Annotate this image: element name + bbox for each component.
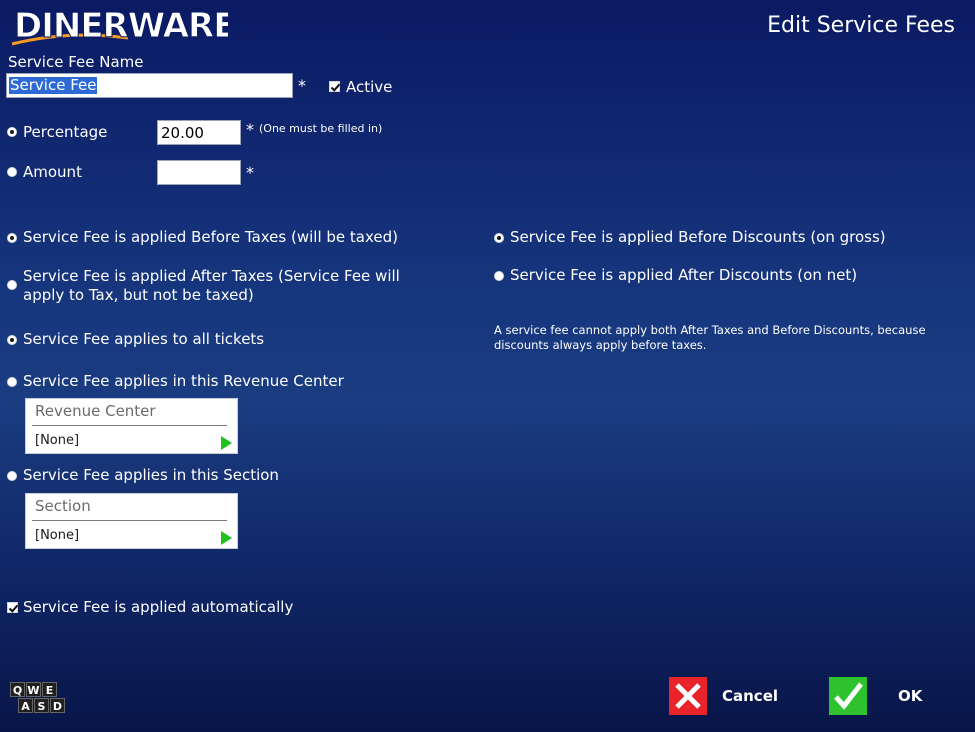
keyboard-toggle[interactable]: Q W E A S D	[10, 682, 72, 716]
before-discounts-label: Service Fee is applied Before Discounts …	[510, 228, 886, 246]
after-taxes-label: Service Fee is applied After Taxes (Serv…	[23, 267, 400, 304]
service-fee-name-label: Service Fee Name	[8, 53, 144, 71]
active-label: Active	[346, 78, 393, 96]
tax-discount-note: A service fee cannot apply both After Ta…	[494, 323, 926, 352]
active-checkbox[interactable]	[329, 81, 341, 92]
auto-apply-label: Service Fee is applied automatically	[23, 598, 294, 616]
percentage-input[interactable]	[157, 120, 241, 145]
percentage-radio[interactable]	[7, 127, 17, 137]
section-label: Service Fee applies in this Section	[23, 466, 279, 484]
ok-label: OK	[898, 687, 923, 705]
checkmark-icon	[8, 604, 19, 613]
dropdown-divider	[32, 520, 227, 521]
one-must-be-filled-hint: (One must be filled in)	[259, 122, 383, 135]
amount-input[interactable]	[157, 160, 241, 185]
percentage-label: Percentage	[23, 123, 108, 141]
service-fee-name-input[interactable]: Service Fee	[6, 73, 293, 98]
percentage-required-mark: *	[246, 120, 254, 139]
keyboard-key: D	[50, 698, 65, 713]
ok-button[interactable]: OK	[829, 677, 929, 717]
auto-apply-checkbox[interactable]	[7, 602, 19, 613]
logo-graphic: DINERWARE	[11, 6, 237, 47]
page-title: Edit Service Fees	[767, 13, 955, 38]
dropdown-divider	[32, 425, 227, 426]
cancel-label: Cancel	[722, 687, 779, 705]
revenue-center-dropdown-title: Revenue Center	[35, 402, 156, 420]
keyboard-key: A	[18, 698, 33, 713]
revenue-center-label: Service Fee applies in this Revenue Cent…	[23, 372, 344, 390]
all-tickets-radio[interactable]	[7, 335, 17, 345]
keyboard-key: E	[42, 682, 57, 697]
revenue-center-dropdown-value: [None]	[35, 433, 80, 448]
after-discounts-radio[interactable]	[494, 271, 504, 281]
section-dropdown[interactable]: Section [None]	[25, 493, 238, 549]
amount-radio[interactable]	[7, 167, 17, 177]
after-taxes-radio[interactable]	[7, 280, 17, 290]
logo-text: DINERWARE	[14, 6, 228, 46]
play-arrow-icon	[221, 436, 232, 450]
dinerware-logo: DINERWARE	[8, 2, 237, 52]
close-icon	[669, 677, 707, 715]
keyboard-key: S	[34, 698, 49, 713]
before-taxes-label: Service Fee is applied Before Taxes (wil…	[23, 228, 398, 246]
before-taxes-radio[interactable]	[7, 233, 17, 243]
play-arrow-icon	[221, 531, 232, 545]
name-required-mark: *	[298, 76, 306, 95]
section-dropdown-title: Section	[35, 497, 91, 515]
cancel-button[interactable]: Cancel	[669, 677, 789, 717]
section-radio[interactable]	[7, 471, 17, 481]
checkmark-icon	[330, 83, 341, 92]
after-discounts-label: Service Fee is applied After Discounts (…	[510, 266, 858, 284]
amount-label: Amount	[23, 163, 82, 181]
revenue-center-dropdown[interactable]: Revenue Center [None]	[25, 398, 238, 454]
section-dropdown-value: [None]	[35, 528, 80, 543]
before-discounts-radio[interactable]	[494, 233, 504, 243]
amount-required-mark: *	[246, 163, 254, 182]
keyboard-key: W	[26, 682, 41, 697]
checkmark-icon	[829, 677, 867, 715]
keyboard-key: Q	[10, 682, 25, 697]
revenue-center-radio[interactable]	[7, 377, 17, 387]
all-tickets-label: Service Fee applies to all tickets	[23, 330, 265, 348]
service-fee-name-value: Service Fee	[9, 76, 98, 94]
